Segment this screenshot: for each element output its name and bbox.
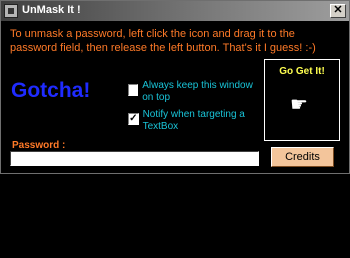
go-get-it-label: Go Get It! <box>279 66 325 77</box>
credits-button[interactable]: Credits <box>271 147 334 167</box>
password-field[interactable] <box>10 151 259 166</box>
instructions-text: To unmask a password, left click the ico… <box>10 28 316 54</box>
window-title: UnMask It ! <box>22 4 81 16</box>
unmask-window: UnMask It ! ✕ To unmask a password, left… <box>0 0 350 174</box>
close-button[interactable]: ✕ <box>330 4 346 18</box>
option-notify-textbox[interactable]: ✓ Notify when targeting a TextBox <box>128 109 263 133</box>
title-bar[interactable]: UnMask It ! ✕ <box>1 1 349 21</box>
pointing-hand-icon[interactable]: ☛ <box>290 92 308 117</box>
credits-button-label: Credits <box>285 151 320 163</box>
app-icon <box>4 4 18 18</box>
gotcha-label: Gotcha! <box>11 79 91 102</box>
option-always-on-top[interactable]: Always keep this window on top <box>128 80 258 104</box>
notify-textbox-checkbox[interactable]: ✓ <box>128 113 139 125</box>
always-on-top-label: Always keep this window on top <box>142 80 253 103</box>
always-on-top-checkbox[interactable] <box>128 84 139 96</box>
password-label: Password : <box>12 140 66 151</box>
go-get-it-box[interactable]: Go Get It! ☛ <box>264 59 340 141</box>
notify-textbox-label: Notify when targeting a TextBox <box>142 109 245 132</box>
